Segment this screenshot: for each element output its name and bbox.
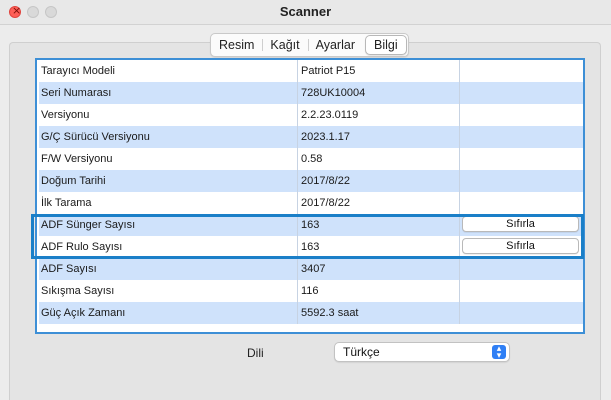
row-value: 2017/8/22 xyxy=(297,192,463,214)
row-label: G/Ç Sürücü Versiyonu xyxy=(41,131,150,143)
row-label: Versiyonu xyxy=(41,109,90,121)
row-value: 116 xyxy=(297,280,463,302)
row-label: Seri Numarası xyxy=(41,87,112,99)
row-value: 2023.1.17 xyxy=(297,126,463,148)
row-action-cell xyxy=(459,104,584,126)
updown-chevron-icon: ▴ ▾ xyxy=(492,344,506,360)
table-row: G/Ç Sürücü Versiyonu 2023.1.17 xyxy=(39,126,583,148)
row-value: 2017/8/22 xyxy=(297,170,463,192)
tab-bar: Resim Kağıt Ayarlar Bilgi xyxy=(210,33,409,57)
row-value: 728UK10004 xyxy=(297,82,463,104)
reset-sponge-count-button[interactable]: Sıfırla xyxy=(462,216,579,232)
window-title: Scanner xyxy=(279,4,332,19)
row-value: 3407 xyxy=(297,258,463,280)
row-label: Güç Açık Zamanı xyxy=(41,307,126,319)
table-row: ADF Sayısı 3407 xyxy=(39,258,583,280)
row-value: Patriot P15 xyxy=(297,60,463,82)
row-action-cell xyxy=(459,148,584,170)
table-row: Versiyonu 2.2.23.0119 xyxy=(39,104,583,126)
info-table: Tarayıcı Modeli Patriot P15 Seri Numaras… xyxy=(35,58,585,334)
row-label: Sıkışma Sayısı xyxy=(41,285,115,297)
table-row: F/W Versiyonu 0.58 xyxy=(39,148,583,170)
table-row: Doğum Tarihi 2017/8/22 xyxy=(39,170,583,192)
row-value: 0.58 xyxy=(297,148,463,170)
row-label: F/W Versiyonu xyxy=(41,153,113,165)
row-label: İlk Tarama xyxy=(41,197,92,209)
row-value: 163 xyxy=(297,214,463,236)
row-value: 163 xyxy=(297,236,463,258)
table-row: Güç Açık Zamanı 5592.3 saat xyxy=(39,302,583,324)
table-row: Tarayıcı Modeli Patriot P15 xyxy=(39,60,583,82)
table-row: ADF Sünger Sayısı 163 Sıfırla xyxy=(39,214,583,236)
row-action-cell xyxy=(459,170,584,192)
row-value: 5592.3 saat xyxy=(297,302,463,324)
row-label: Tarayıcı Modeli xyxy=(41,65,115,77)
row-action-cell xyxy=(459,60,584,82)
tab-resim[interactable]: Resim xyxy=(211,34,262,56)
row-label: ADF Sayısı xyxy=(41,263,97,275)
row-label: ADF Sünger Sayısı xyxy=(41,219,136,231)
row-action-cell xyxy=(459,302,584,324)
table-row: Seri Numarası 728UK10004 xyxy=(39,82,583,104)
row-label: ADF Rulo Sayısı xyxy=(41,241,123,253)
language-select[interactable]: Türkçe ▴ ▾ xyxy=(334,342,510,362)
language-label: Dili xyxy=(247,346,264,360)
row-action-cell xyxy=(459,258,584,280)
tab-kagit[interactable]: Kağıt xyxy=(262,34,307,56)
reset-roller-count-button[interactable]: Sıfırla xyxy=(462,238,579,254)
table-row: Sıkışma Sayısı 116 xyxy=(39,280,583,302)
table-row: İlk Tarama 2017/8/22 xyxy=(39,192,583,214)
tab-bilgi[interactable]: Bilgi xyxy=(364,35,407,55)
language-selected-value: Türkçe xyxy=(343,345,380,359)
row-value: 2.2.23.0119 xyxy=(297,104,463,126)
row-action-cell xyxy=(459,280,584,302)
row-label: Doğum Tarihi xyxy=(41,175,106,187)
row-action-cell xyxy=(459,192,584,214)
table-row: ADF Rulo Sayısı 163 Sıfırla xyxy=(39,236,583,258)
title-bar: Scanner xyxy=(0,0,611,25)
tab-ayarlar[interactable]: Ayarlar xyxy=(307,34,363,56)
row-action-cell xyxy=(459,82,584,104)
row-action-cell xyxy=(459,126,584,148)
scanner-window: Scanner Resim Kağıt Ayarlar Bilgi Tarayı… xyxy=(0,0,611,400)
